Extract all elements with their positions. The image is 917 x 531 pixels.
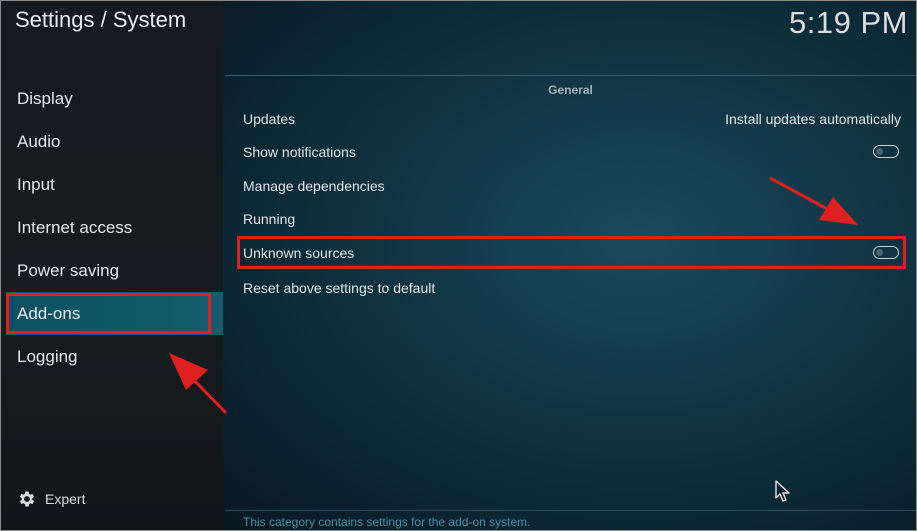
- arrow-to-add-ons-icon: [169, 353, 228, 415]
- kodi-window: Settings / System Display Audio Input In…: [0, 0, 917, 531]
- arrow-to-toggle-icon: [769, 176, 858, 225]
- annotation-arrows: [169, 176, 858, 415]
- mouse-cursor-icon: [775, 480, 790, 502]
